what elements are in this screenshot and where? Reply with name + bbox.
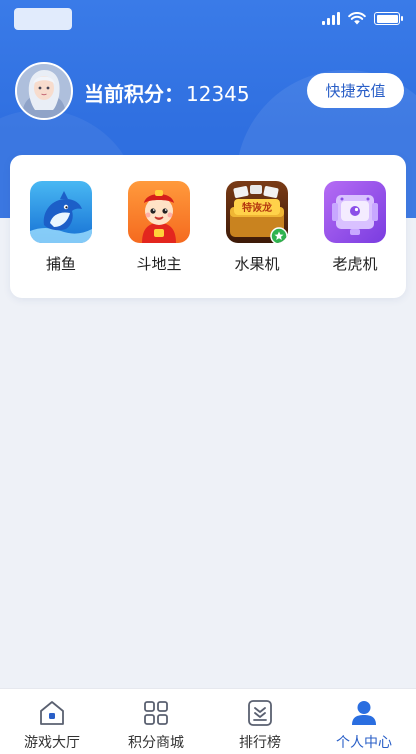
game-label: 老虎机 [332, 255, 378, 273]
games-panel: 捕鱼 斗地主 特诙龙 水果机 老虎机 [10, 155, 406, 298]
game-label: 斗地主 [136, 255, 182, 273]
nav-label: 积分商城 [128, 735, 184, 751]
bottom-navigation: 游戏大厅 积分商城 排行榜 个人中心 [0, 688, 416, 754]
user-icon [352, 701, 376, 725]
nav-item-leaderboard[interactable]: 排行榜 [215, 697, 305, 752]
game-label: 水果机 [234, 255, 280, 273]
status-time-redacted [14, 8, 72, 30]
nav-label: 游戏大厅 [24, 735, 80, 751]
game-item-fruit-machine[interactable]: 特诙龙 水果机 [226, 181, 288, 298]
signal-icon [322, 12, 340, 25]
game-item-slot-machine[interactable]: 老虎机 [324, 181, 386, 298]
treasure-chest-icon: 特诙龙 [226, 181, 288, 243]
points-value: 12345 [186, 82, 250, 106]
nav-item-personal-center[interactable]: 个人中心 [319, 697, 409, 752]
battery-icon [374, 12, 403, 25]
nav-label: 个人中心 [336, 735, 392, 751]
status-bar [0, 0, 416, 40]
points-display: 当前积分： 12345 [84, 78, 250, 107]
status-icons [322, 12, 403, 25]
nav-item-points-mall[interactable]: 积分商城 [111, 697, 201, 752]
fortune-boy-icon [128, 181, 190, 243]
avatar-portrait-icon [17, 64, 71, 118]
home-icon [40, 701, 64, 725]
wifi-icon [348, 12, 366, 25]
dolphin-icon [30, 181, 92, 243]
nav-item-game-lobby[interactable]: 游戏大厅 [7, 697, 97, 752]
game-label: 捕鱼 [45, 255, 76, 273]
grid-icon [144, 701, 168, 725]
nav-label: 排行榜 [239, 735, 281, 751]
quick-recharge-button[interactable]: 快捷充值 [307, 73, 404, 108]
avatar[interactable] [15, 62, 73, 120]
rank-icon [248, 700, 272, 726]
svg-text:特诙龙: 特诙龙 [242, 201, 272, 214]
points-label: 当前积分： [84, 82, 184, 106]
game-item-doudizhu[interactable]: 斗地主 [128, 181, 190, 298]
slot-machine-icon [324, 181, 386, 243]
game-item-fishing[interactable]: 捕鱼 [30, 181, 92, 298]
